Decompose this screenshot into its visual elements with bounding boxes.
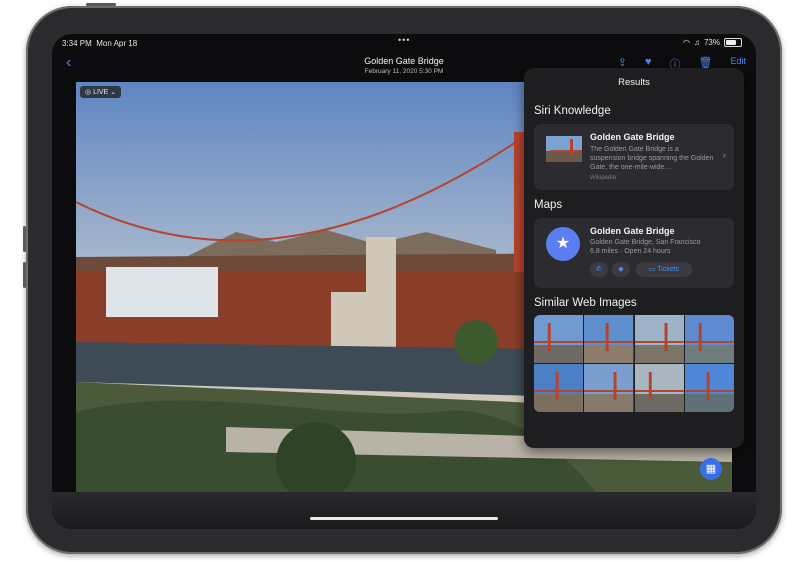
panel-title: Results (618, 77, 650, 88)
chevron-right-icon: › (722, 150, 726, 161)
maps-card-hours: 6.8 miles · Open 24 hours (590, 248, 671, 255)
date-text: Mon Apr 18 (96, 39, 138, 48)
similar-image-thumbnail[interactable] (634, 364, 684, 412)
live-photo-badge[interactable]: ◎ LIVE ⌄ (80, 86, 122, 98)
similar-images-grid (534, 315, 734, 412)
star-icon: ★ (546, 227, 580, 261)
tickets-button[interactable]: ▭ Tickets (636, 262, 692, 277)
maps-card[interactable]: ★ Golden Gate Bridge Golden Gate Bridge,… (534, 218, 734, 288)
visual-lookup-panel: Results Siri Knowledge Golden Gate Bridg… (524, 68, 744, 448)
similar-image-thumbnail[interactable] (534, 315, 584, 363)
siri-knowledge-card[interactable]: Golden Gate Bridge The Golden Gate Bridg… (534, 124, 734, 190)
siri-card-source: Wikipedia (590, 175, 617, 181)
map-icon[interactable]: ▦ (700, 458, 722, 480)
live-label: LIVE (93, 89, 109, 96)
battery-percent: 73% (703, 38, 720, 47)
multitasking-dots[interactable]: ••• (398, 35, 410, 45)
directions-icon[interactable]: ◆ (612, 262, 630, 277)
volume-button (23, 226, 26, 252)
siri-knowledge-heading: Siri Knowledge (534, 105, 611, 117)
similar-image-thumbnail[interactable] (684, 364, 734, 412)
maps-card-title: Golden Gate Bridge (590, 226, 675, 236)
similar-image-thumbnail[interactable] (634, 315, 684, 363)
similar-images-heading: Similar Web Images (534, 297, 637, 309)
maps-heading: Maps (534, 199, 563, 211)
home-indicator[interactable] (310, 517, 498, 520)
siri-card-title: Golden Gate Bridge (590, 132, 675, 142)
dock-area (52, 492, 756, 529)
maps-card-address: Golden Gate Bridge, San Francisco (590, 239, 701, 246)
battery-icon (724, 38, 742, 47)
screen: ◎ LIVE ⌄ 3:34 PM Mon Apr 18 ••• ◠ ♫ 73% … (52, 34, 756, 529)
similar-image-thumbnail[interactable] (534, 364, 584, 412)
tickets-label: Tickets (657, 266, 680, 273)
siri-thumbnail (546, 136, 582, 162)
status-indicators: ◠ ♫ 73% (683, 38, 742, 47)
volume-button (23, 262, 26, 288)
similar-image-thumbnail[interactable] (584, 315, 634, 363)
top-button (86, 3, 116, 6)
similar-image-thumbnail[interactable] (684, 315, 734, 363)
headphones-icon: ♫ (693, 38, 700, 47)
siri-card-description: The Golden Gate Bridge is a suspension b… (590, 146, 714, 171)
status-time: 3:34 PM Mon Apr 18 (62, 39, 137, 48)
wifi-icon: ◠ (683, 38, 690, 47)
battery-fill (726, 40, 737, 45)
status-bar: 3:34 PM Mon Apr 18 ••• ◠ ♫ 73% (52, 34, 756, 52)
similar-image-thumbnail[interactable] (584, 364, 634, 412)
phone-icon[interactable]: ✆ (590, 262, 608, 277)
time-text: 3:34 PM (62, 39, 92, 48)
